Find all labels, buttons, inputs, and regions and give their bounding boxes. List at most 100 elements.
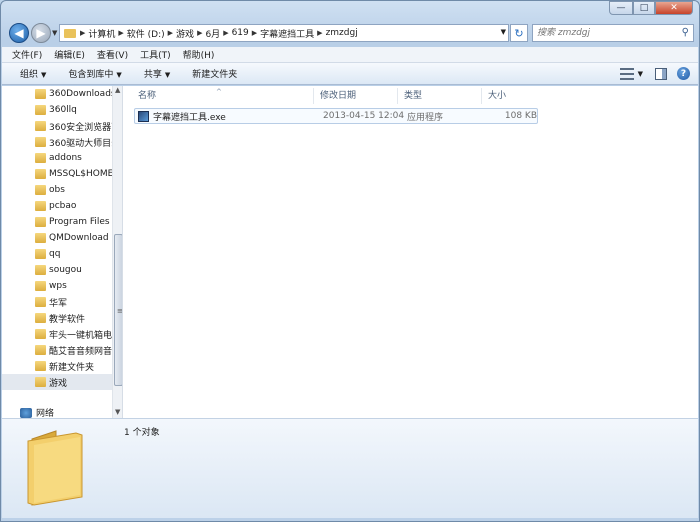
column-headers: 名称 ^ 修改日期 类型 大小 bbox=[132, 88, 540, 104]
new-folder-button[interactable]: 新建文件夹 bbox=[192, 67, 237, 80]
preview-pane-icon[interactable] bbox=[655, 67, 667, 80]
tree-item[interactable]: 牢头一键机箱电脑 bbox=[2, 326, 114, 342]
column-name-label: 名称 bbox=[138, 91, 157, 101]
tree-item[interactable]: qq bbox=[2, 246, 114, 262]
close-button[interactable]: ✕ bbox=[655, 1, 693, 15]
tree-item[interactable]: 华军 bbox=[2, 294, 114, 310]
folder-icon bbox=[35, 297, 46, 307]
tree-item-label: pcbao bbox=[49, 201, 77, 211]
tree-item[interactable]: Program Files ( bbox=[2, 214, 114, 230]
tree-item[interactable]: sougou bbox=[2, 262, 114, 278]
column-header-size[interactable]: 大小 bbox=[482, 88, 540, 104]
tree-item[interactable]: wps bbox=[2, 278, 114, 294]
recent-pages-dropdown-icon[interactable]: ▼ bbox=[52, 29, 57, 37]
menu-help[interactable]: 帮助(H) bbox=[183, 48, 215, 61]
tree-item-label: wps bbox=[49, 281, 67, 291]
tree-item-label: 游戏 bbox=[49, 378, 68, 389]
chevron-right-icon[interactable]: ▶ bbox=[252, 29, 257, 37]
breadcrumb-games[interactable]: 游戏 bbox=[176, 27, 194, 40]
back-button[interactable]: ◀ bbox=[9, 23, 29, 43]
file-date: 2013-04-15 12:04 bbox=[323, 111, 405, 121]
scroll-down-icon[interactable]: ▼ bbox=[115, 408, 120, 416]
details-pane: 1 个对象 bbox=[2, 418, 698, 518]
breadcrumb-june[interactable]: 6月 bbox=[205, 27, 220, 40]
chevron-down-icon: ▼ bbox=[164, 71, 171, 79]
scroll-thumb[interactable]: ≡ bbox=[114, 234, 123, 386]
breadcrumb-zmzdgj[interactable]: zmzdgj bbox=[326, 28, 358, 38]
view-options-icon[interactable] bbox=[619, 67, 634, 80]
tree-item[interactable]: addons bbox=[2, 150, 114, 166]
column-header-date[interactable]: 修改日期 bbox=[314, 88, 398, 104]
chevron-right-icon[interactable]: ▶ bbox=[197, 29, 202, 37]
menu-file[interactable]: 文件(F) bbox=[12, 48, 42, 61]
menu-bar: 文件(F) 编辑(E) 查看(V) 工具(T) 帮助(H) bbox=[2, 47, 698, 63]
folder-icon bbox=[35, 105, 46, 115]
tree-item-network[interactable]: 网络 bbox=[20, 406, 54, 418]
tree-item[interactable]: 360llq bbox=[2, 102, 114, 118]
chevron-down-icon[interactable]: ▼ bbox=[501, 28, 506, 36]
breadcrumb-drive[interactable]: 软件 (D:) bbox=[127, 27, 165, 40]
folder-icon bbox=[64, 28, 76, 38]
breadcrumb-subtitle-tool[interactable]: 字幕遮挡工具 bbox=[260, 27, 314, 40]
folder-icon bbox=[35, 329, 46, 339]
search-icon[interactable]: ⚲ bbox=[682, 27, 689, 38]
chevron-right-icon[interactable]: ▶ bbox=[80, 29, 85, 37]
tree-item-selected[interactable]: 游戏 bbox=[2, 374, 114, 390]
tree-item-label: 华军 bbox=[49, 298, 68, 309]
caption-buttons: — □ ✕ bbox=[609, 1, 693, 15]
explorer-window: — □ ✕ ◀ ▶ ▼ ▶ 计算机 ▶ 软件 (D:) ▶ 游戏 ▶ 6月 ▶ … bbox=[0, 0, 700, 522]
chevron-right-icon[interactable]: ▶ bbox=[317, 29, 322, 37]
nav-scrollbar[interactable]: ▲ ≡ ▼ bbox=[112, 86, 123, 418]
chevron-right-icon[interactable]: ▶ bbox=[223, 29, 228, 37]
tree-item[interactable]: MSSQL$HOME bbox=[2, 166, 114, 182]
tree-item[interactable]: 酷艾音音频网音乐 bbox=[2, 342, 114, 358]
navigation-row: ◀ ▶ ▼ ▶ 计算机 ▶ 软件 (D:) ▶ 游戏 ▶ 6月 ▶ 619 ▶ … bbox=[7, 23, 694, 45]
tree-item[interactable]: 360驱动大师目录 bbox=[2, 134, 114, 150]
menu-view[interactable]: 查看(V) bbox=[97, 48, 128, 61]
include-in-library-button[interactable]: 包含到库中 ▼ bbox=[68, 67, 121, 80]
tree-item-label: addons bbox=[49, 153, 82, 163]
chevron-right-icon[interactable]: ▶ bbox=[168, 29, 173, 37]
refresh-button[interactable]: ↻ bbox=[510, 24, 528, 42]
maximize-button[interactable]: □ bbox=[633, 1, 655, 15]
menu-tools[interactable]: 工具(T) bbox=[140, 48, 171, 61]
chevron-down-icon[interactable]: ▼ bbox=[638, 70, 643, 78]
share-button[interactable]: 共享 ▼ bbox=[144, 67, 170, 80]
share-label: 共享 bbox=[143, 70, 162, 80]
minimize-button[interactable]: — bbox=[609, 1, 633, 15]
tree-item[interactable]: 教学软件 bbox=[2, 310, 114, 326]
content-area: 360Downloads 360llq 360安全浏览器下 360驱动大师目录 … bbox=[2, 86, 698, 418]
address-bar[interactable]: ▶ 计算机 ▶ 软件 (D:) ▶ 游戏 ▶ 6月 ▶ 619 ▶ 字幕遮挡工具… bbox=[59, 24, 509, 42]
breadcrumb-619[interactable]: 619 bbox=[232, 28, 249, 38]
tree-item[interactable]: 360Downloads bbox=[2, 86, 114, 102]
folder-icon bbox=[35, 153, 46, 163]
chevron-right-icon[interactable]: ▶ bbox=[118, 29, 123, 37]
chevron-down-icon: ▼ bbox=[116, 71, 122, 79]
tree-item[interactable]: pcbao bbox=[2, 198, 114, 214]
breadcrumb-computer[interactable]: 计算机 bbox=[88, 27, 115, 40]
help-icon[interactable]: ? bbox=[677, 67, 690, 80]
folder-icon bbox=[35, 377, 46, 387]
table-row[interactable]: 字幕遮挡工具.exe 2013-04-15 12:04 应用程序 108 KB bbox=[134, 108, 538, 124]
file-list-pane: 名称 ^ 修改日期 类型 大小 字幕遮挡工具.exe 2013-04-15 12… bbox=[124, 86, 698, 418]
folder-icon bbox=[35, 121, 46, 131]
column-header-name[interactable]: 名称 ^ bbox=[132, 88, 314, 104]
tree-item[interactable]: obs bbox=[2, 182, 114, 198]
sort-up-icon: ^ bbox=[216, 88, 222, 96]
search-input[interactable] bbox=[533, 25, 673, 41]
tree-item[interactable]: QMDownload bbox=[2, 230, 114, 246]
forward-button[interactable]: ▶ bbox=[31, 23, 51, 43]
tree-item[interactable]: 新建文件夹 bbox=[2, 358, 114, 374]
item-count: 1 个对象 bbox=[124, 428, 160, 438]
tree-item[interactable]: 360安全浏览器下 bbox=[2, 118, 114, 134]
organize-button[interactable]: 组织 ▼ bbox=[20, 67, 46, 80]
folder-icon bbox=[35, 281, 46, 291]
column-header-type[interactable]: 类型 bbox=[398, 88, 482, 104]
tree-item-label: 360llq bbox=[49, 105, 77, 115]
tree-item-label: 360驱动大师目录 bbox=[49, 138, 114, 149]
menu-edit[interactable]: 编辑(E) bbox=[54, 48, 85, 61]
grip-icon: ≡ bbox=[117, 307, 123, 315]
file-name: 字幕遮挡工具.exe bbox=[153, 112, 226, 123]
scroll-up-icon[interactable]: ▲ bbox=[115, 86, 120, 94]
network-label: 网络 bbox=[36, 409, 55, 418]
